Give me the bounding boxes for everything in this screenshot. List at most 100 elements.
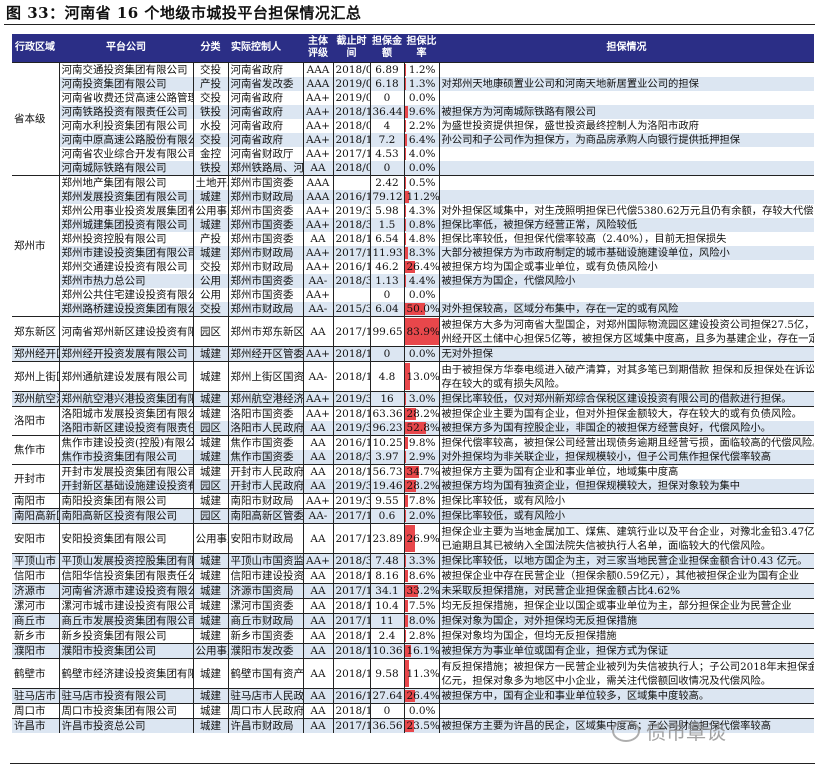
notes-line: 有反担保措施；被担保方一民营企业被列为失信被执行人；子公司2018年末担保金额4… (441, 660, 815, 673)
type-cell: 城建 (193, 361, 229, 392)
header-amount: 担保金额 (370, 34, 404, 63)
date-cell: 2019/3 (333, 204, 371, 218)
ratio-cell: 26.4% (404, 260, 440, 274)
notes-cell: 由于被担保方华泰电缆进入破产清算，对其多笔已到期借款 担保和反担保处在诉讼阶段存… (439, 361, 814, 392)
company-cell: 郑州通航建设发展有限公司 (59, 361, 194, 392)
ratio-value: 7.5% (408, 600, 436, 612)
type-cell: 公用事业 (193, 523, 229, 554)
rating-cell: AA+ (303, 553, 334, 569)
notes-cell: 担保比率较低，仅对郑州新郑综合保税区建设投资有限公司的借款进行担保。 (439, 391, 814, 407)
company-cell: 河南中原高速公路股份有限公司 (59, 133, 194, 147)
date-cell: 2018/12 (333, 464, 371, 479)
controller-cell: 洛阳市人民政府 (228, 421, 304, 436)
notes-cell: 未采取反担保措施，对民营企业担保金额占比4.62% (439, 583, 814, 599)
table-row: 洛阳市新区建设投资有限责任公园区洛阳市人民政府AA2019/396.2352.8… (12, 421, 814, 436)
amount-cell: 1.5 (370, 218, 405, 232)
ratio-value: 16.1% (406, 645, 439, 657)
date-cell: 2016/12 (333, 435, 371, 450)
controller-cell: 开封市人民政府 (228, 464, 304, 479)
ratio-cell: 26.9% (404, 523, 440, 554)
controller-cell: 河南省政府 (228, 133, 304, 147)
company-cell: 郑州公共住宅建设投资有限公司 (59, 288, 194, 302)
type-cell: 城建 (193, 553, 229, 569)
ratio-cell: 83.9% (404, 316, 440, 347)
ratio-cell: 11.3% (404, 658, 440, 689)
header-date: 截止时间 (333, 34, 370, 63)
ratio-cell: 3.3% (404, 553, 440, 569)
title-divider (4, 24, 815, 25)
controller-cell: 鹤壁市国有资产管 (228, 658, 304, 689)
company-cell: 信阳华信投资集团有限责任公司 (59, 568, 194, 584)
table-row: 平顶山市平顶山发展投资控股集团有限公城建平顶山市国资监督AA+2018/37.4… (12, 553, 814, 569)
rating-cell: AA- (303, 274, 334, 288)
company-cell: 郑州航空港兴港投资集团有限公 (59, 391, 194, 407)
ratio-value: 1.2% (408, 64, 436, 76)
type-cell: 城建 (193, 346, 229, 362)
amount-cell: 11.93 (370, 246, 405, 260)
region-cell: 信阳市 (12, 568, 60, 584)
ratio-value: 9.8% (408, 437, 436, 449)
date-cell: 2018/12 (333, 628, 371, 644)
header-rating: 主体评级 (303, 34, 333, 63)
controller-cell: 河南省政府 (228, 119, 304, 133)
table-row: 郑州航空港郑州航空港兴港投资集团有限公城建郑州航空港经济综AA+2019/316… (12, 391, 814, 407)
region-cell: 周口市 (12, 703, 60, 719)
controller-cell: 商丘市财政局 (228, 613, 304, 629)
notes-cell: 担保比率较低，但担保代偿率较高（2.40%），目前无担保损失 (441, 233, 727, 245)
amount-cell: 2.42 (370, 175, 405, 190)
company-cell: 郑州地产集团有限公司 (59, 175, 194, 190)
type-cell: 公用 (193, 288, 229, 302)
ratio-bar (404, 148, 407, 160)
ratio-bar (404, 233, 407, 245)
company-cell: 开封新区基础设施建设投资有限 (59, 479, 194, 494)
type-cell: 城建 (193, 598, 229, 614)
ratio-cell: 9.6% (404, 105, 440, 119)
ratio-bar (404, 78, 406, 90)
table-row: 郑州发展投资集团有限公司城建郑州市财政局AAA2016/1279.1211.2% (12, 190, 814, 204)
rating-cell: AA+ (303, 346, 334, 362)
table-row: 南阳高新区南阳高新区投资有限公司园区南阳高新区管委会AA-2017/120.62… (12, 508, 814, 524)
company-cell: 河南省农业综合开发有限公司 (59, 147, 194, 161)
notes-cell: 对外担保较高，区域分布集中，存在一定的或有风险 (439, 302, 814, 317)
ratio-value: 9.6% (408, 106, 436, 118)
controller-cell: 郑州市国资委 (228, 274, 304, 288)
rating-cell: AA- (303, 361, 334, 392)
rating-cell: AA+ (303, 105, 334, 119)
controller-cell: 焦作市国资委 (228, 435, 304, 450)
notes-cell: 被担保方为河南城际铁路有限公司 (439, 105, 814, 119)
table-row: 漯河市漯河市城市建设投资有限公司城建漯河市国资委AA2018/1210.47.5… (12, 598, 814, 614)
date-cell: 2018/3 (333, 218, 371, 232)
table-row: 驻马店市驻马店市投资有限公司城建驻马店市人民政府AA2016/1227.6426… (12, 688, 814, 704)
table-row: 省本级河南交通投资集团有限公司交投河南省政府AAA2018/036.891.2% (12, 62, 814, 176)
rating-cell: AA+ (303, 91, 334, 105)
notes-cell: 均无反担保措施，担保企业以国企或事业单位为主，部分担保企业为民营企业 (439, 598, 814, 614)
table-row: 河南城际铁路有限公司铁投郑州铁路局、河南AA2018/0300.0% (12, 161, 814, 176)
notes-cell: 被担保方多为国有控股企业，非国企的被担保方经营良好，代偿风险小。 (439, 421, 814, 436)
date-cell: 2018/3 (333, 553, 371, 569)
ratio-cell: 0.0% (404, 288, 440, 302)
ratio-value: 23.5% (406, 720, 439, 732)
header-type: 分类 (193, 34, 228, 63)
date-cell: 2018/3 (333, 274, 371, 288)
region-cell: 鹤壁市 (12, 658, 60, 689)
date-cell: 2018/12 (333, 658, 371, 689)
notes-cell: 被担保方大多为河南省大型国企，对郑州国际物流园区建设投资公司担保27.5亿，对郑… (439, 316, 814, 347)
company-cell: 安阳投资集团有限公司 (59, 523, 194, 554)
region-cell: 安阳市 (12, 523, 60, 554)
date-cell: 2018/12 (333, 361, 371, 392)
region-cell: 郑州经开区 (12, 346, 60, 362)
amount-cell: 34.1 (370, 583, 405, 599)
ratio-cell: 28.2% (404, 479, 440, 494)
company-cell: 洛阳城市发展投资集团有限公司 (59, 406, 194, 421)
ratio-value: 13.0% (406, 370, 439, 383)
watermark-text: 债市覃谈 (646, 720, 726, 744)
date-cell: 2018/12 (333, 105, 371, 119)
company-cell: 河南省收费还贷高速公路管理有 (59, 91, 194, 105)
rating-cell: AA (303, 232, 334, 246)
controller-cell: 洛阳市国资委 (228, 406, 304, 421)
type-cell: 园区 (193, 421, 229, 436)
company-cell: 驻马店市投资有限公司 (59, 688, 194, 704)
date-cell: 2018/12 (333, 133, 371, 147)
ratio-bar (404, 134, 408, 146)
type-cell: 公用事业 (193, 643, 229, 659)
